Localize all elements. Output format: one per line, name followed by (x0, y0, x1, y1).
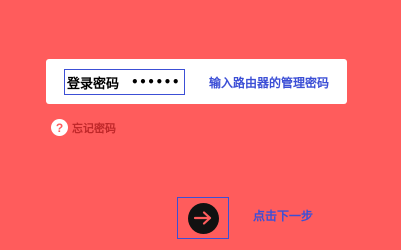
question-icon: ? (51, 119, 68, 136)
login-card: 登录密码 输入路由器的管理密码 (46, 59, 347, 104)
forgot-password-link[interactable]: ? 忘记密码 (51, 119, 116, 136)
password-hint: 输入路由器的管理密码 (209, 76, 330, 90)
arrow-right-icon (187, 202, 219, 234)
password-label: 登录密码 (67, 76, 120, 92)
next-step-label[interactable]: 点击下一步 (253, 207, 313, 224)
arrow-right-glyph (193, 211, 212, 225)
forgot-password-label[interactable]: 忘记密码 (72, 120, 116, 136)
router-login-page: { "login": { "password_label": "登录密码", "… (0, 0, 401, 250)
password-field[interactable]: 登录密码 (64, 69, 185, 95)
next-button[interactable] (177, 197, 229, 239)
password-input[interactable] (128, 75, 180, 89)
